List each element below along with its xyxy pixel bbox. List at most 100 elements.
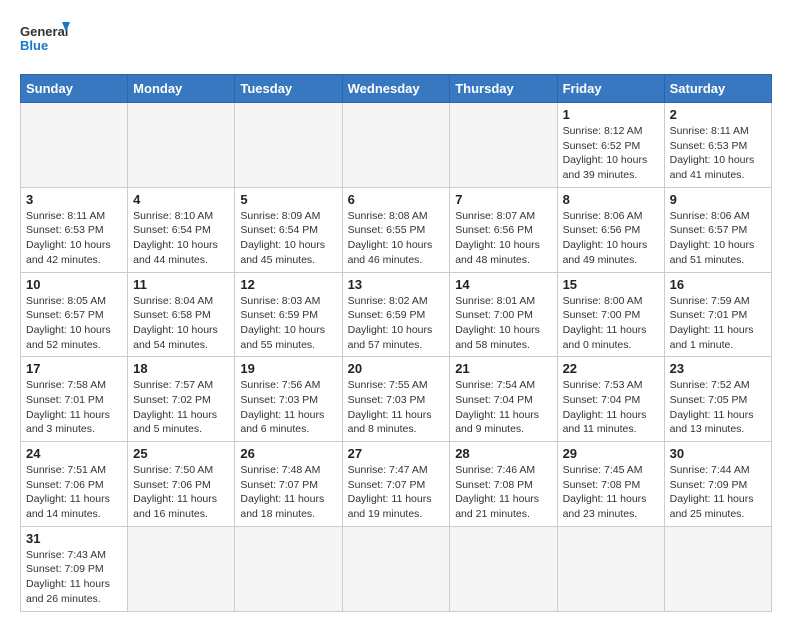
day-number: 23: [670, 361, 766, 376]
svg-text:General: General: [20, 24, 68, 39]
day-cell: [450, 526, 557, 611]
day-cell: 1 Sunrise: 8:12 AMSunset: 6:52 PMDaylight…: [557, 103, 664, 188]
day-info: Sunrise: 7:57 AMSunset: 7:02 PMDaylight:…: [133, 378, 229, 437]
day-info: Sunrise: 7:53 AMSunset: 7:04 PMDaylight:…: [563, 378, 659, 437]
day-number: 24: [26, 446, 122, 461]
day-number: 28: [455, 446, 551, 461]
day-cell: [450, 103, 557, 188]
week-row-4: 17 Sunrise: 7:58 AMSunset: 7:01 PMDayligh…: [21, 357, 772, 442]
day-cell: 9Sunrise: 8:06 AMSunset: 6:57 PMDaylight…: [664, 187, 771, 272]
day-number: 9: [670, 192, 766, 207]
day-cell: 10 Sunrise: 8:05 AMSunset: 6:57 PMDayligh…: [21, 272, 128, 357]
page-header: General Blue: [20, 20, 772, 64]
day-header-tuesday: Tuesday: [235, 75, 342, 103]
day-number: 31: [26, 531, 122, 546]
day-cell: [342, 103, 450, 188]
day-header-sunday: Sunday: [21, 75, 128, 103]
day-header-saturday: Saturday: [664, 75, 771, 103]
day-cell: 14 Sunrise: 8:01 AMSunset: 7:00 PMDayligh…: [450, 272, 557, 357]
day-number: 1: [563, 107, 659, 122]
day-cell: [342, 526, 450, 611]
day-info: Sunrise: 8:03 AMSunset: 6:59 PMDaylight:…: [240, 294, 336, 353]
day-number: 10: [26, 277, 122, 292]
day-number: 19: [240, 361, 336, 376]
day-info: Sunrise: 7:58 AMSunset: 7:01 PMDaylight:…: [26, 378, 122, 437]
logo-svg: General Blue: [20, 20, 70, 64]
day-cell: 22 Sunrise: 7:53 AMSunset: 7:04 PMDayligh…: [557, 357, 664, 442]
day-cell: [664, 526, 771, 611]
day-info: Sunrise: 8:04 AMSunset: 6:58 PMDaylight:…: [133, 294, 229, 353]
day-number: 25: [133, 446, 229, 461]
week-row-5: 24 Sunrise: 7:51 AMSunset: 7:06 PMDayligh…: [21, 442, 772, 527]
day-info: Sunrise: 7:51 AMSunset: 7:06 PMDaylight:…: [26, 463, 122, 522]
day-number: 5: [240, 192, 336, 207]
day-number: 18: [133, 361, 229, 376]
day-cell: [21, 103, 128, 188]
day-info: Sunrise: 8:00 AMSunset: 7:00 PMDaylight:…: [563, 294, 659, 353]
week-row-6: 31Sunrise: 7:43 AMSunset: 7:09 PMDayligh…: [21, 526, 772, 611]
day-header-thursday: Thursday: [450, 75, 557, 103]
day-number: 22: [563, 361, 659, 376]
day-cell: 29 Sunrise: 7:45 AMSunset: 7:08 PMDayligh…: [557, 442, 664, 527]
day-number: 29: [563, 446, 659, 461]
day-cell: 6 Sunrise: 8:08 AMSunset: 6:55 PMDaylight…: [342, 187, 450, 272]
day-info: Sunrise: 8:05 AMSunset: 6:57 PMDaylight:…: [26, 294, 122, 353]
day-header-monday: Monday: [128, 75, 235, 103]
day-info: Sunrise: 8:09 AMSunset: 6:54 PMDaylight:…: [240, 209, 336, 268]
day-cell: 31Sunrise: 7:43 AMSunset: 7:09 PMDayligh…: [21, 526, 128, 611]
day-info: Sunrise: 8:08 AMSunset: 6:55 PMDaylight:…: [348, 209, 445, 268]
day-info: Sunrise: 8:11 AMSunset: 6:53 PMDaylight:…: [26, 209, 122, 268]
svg-text:Blue: Blue: [20, 38, 48, 53]
day-info: Sunrise: 8:07 AMSunset: 6:56 PMDaylight:…: [455, 209, 551, 268]
day-number: 14: [455, 277, 551, 292]
day-info: Sunrise: 7:45 AMSunset: 7:08 PMDaylight:…: [563, 463, 659, 522]
day-number: 3: [26, 192, 122, 207]
day-cell: 23 Sunrise: 7:52 AMSunset: 7:05 PMDayligh…: [664, 357, 771, 442]
day-cell: 11 Sunrise: 8:04 AMSunset: 6:58 PMDayligh…: [128, 272, 235, 357]
week-row-1: 1 Sunrise: 8:12 AMSunset: 6:52 PMDaylight…: [21, 103, 772, 188]
day-info: Sunrise: 7:48 AMSunset: 7:07 PMDaylight:…: [240, 463, 336, 522]
day-info: Sunrise: 7:54 AMSunset: 7:04 PMDaylight:…: [455, 378, 551, 437]
day-number: 20: [348, 361, 445, 376]
day-info: Sunrise: 7:47 AMSunset: 7:07 PMDaylight:…: [348, 463, 445, 522]
day-cell: [235, 103, 342, 188]
day-info: Sunrise: 8:06 AMSunset: 6:56 PMDaylight:…: [563, 209, 659, 268]
day-number: 26: [240, 446, 336, 461]
week-row-3: 10 Sunrise: 8:05 AMSunset: 6:57 PMDayligh…: [21, 272, 772, 357]
day-cell: 7 Sunrise: 8:07 AMSunset: 6:56 PMDaylight…: [450, 187, 557, 272]
day-cell: 12 Sunrise: 8:03 AMSunset: 6:59 PMDayligh…: [235, 272, 342, 357]
day-cell: [128, 526, 235, 611]
day-number: 12: [240, 277, 336, 292]
day-number: 17: [26, 361, 122, 376]
day-number: 7: [455, 192, 551, 207]
day-cell: 3 Sunrise: 8:11 AMSunset: 6:53 PMDaylight…: [21, 187, 128, 272]
day-cell: 19 Sunrise: 7:56 AMSunset: 7:03 PMDayligh…: [235, 357, 342, 442]
day-number: 13: [348, 277, 445, 292]
day-number: 30: [670, 446, 766, 461]
day-number: 16: [670, 277, 766, 292]
day-cell: 28 Sunrise: 7:46 AMSunset: 7:08 PMDayligh…: [450, 442, 557, 527]
day-number: 11: [133, 277, 229, 292]
week-row-2: 3 Sunrise: 8:11 AMSunset: 6:53 PMDaylight…: [21, 187, 772, 272]
day-cell: 21Sunrise: 7:54 AMSunset: 7:04 PMDayligh…: [450, 357, 557, 442]
day-cell: 20Sunrise: 7:55 AMSunset: 7:03 PMDayligh…: [342, 357, 450, 442]
day-number: 6: [348, 192, 445, 207]
day-cell: [557, 526, 664, 611]
day-cell: 27Sunrise: 7:47 AMSunset: 7:07 PMDayligh…: [342, 442, 450, 527]
day-number: 15: [563, 277, 659, 292]
day-cell: 15 Sunrise: 8:00 AMSunset: 7:00 PMDayligh…: [557, 272, 664, 357]
day-cell: 4Sunrise: 8:10 AMSunset: 6:54 PMDaylight…: [128, 187, 235, 272]
day-cell: 18 Sunrise: 7:57 AMSunset: 7:02 PMDayligh…: [128, 357, 235, 442]
day-info: Sunrise: 7:56 AMSunset: 7:03 PMDaylight:…: [240, 378, 336, 437]
day-info: Sunrise: 8:12 AMSunset: 6:52 PMDaylight:…: [563, 124, 659, 183]
day-cell: 17 Sunrise: 7:58 AMSunset: 7:01 PMDayligh…: [21, 357, 128, 442]
day-cell: 16Sunrise: 7:59 AMSunset: 7:01 PMDayligh…: [664, 272, 771, 357]
day-info: Sunrise: 7:52 AMSunset: 7:05 PMDaylight:…: [670, 378, 766, 437]
day-info: Sunrise: 8:01 AMSunset: 7:00 PMDaylight:…: [455, 294, 551, 353]
day-cell: 30Sunrise: 7:44 AMSunset: 7:09 PMDayligh…: [664, 442, 771, 527]
day-header-friday: Friday: [557, 75, 664, 103]
day-info: Sunrise: 8:11 AMSunset: 6:53 PMDaylight:…: [670, 124, 766, 183]
day-cell: 24 Sunrise: 7:51 AMSunset: 7:06 PMDayligh…: [21, 442, 128, 527]
day-info: Sunrise: 7:46 AMSunset: 7:08 PMDaylight:…: [455, 463, 551, 522]
calendar-table: SundayMondayTuesdayWednesdayThursdayFrid…: [20, 74, 772, 612]
